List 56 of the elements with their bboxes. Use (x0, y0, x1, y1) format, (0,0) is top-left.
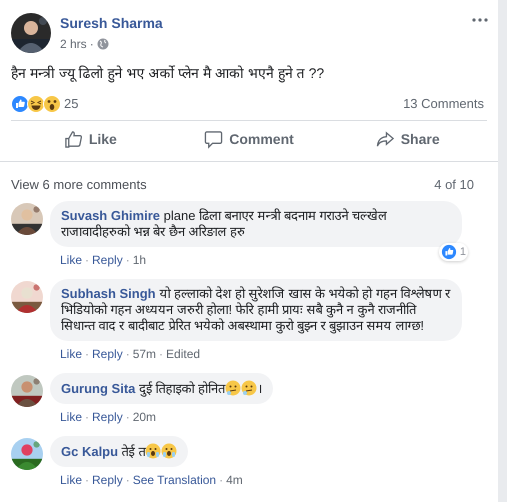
comment-author[interactable]: Gurung Sita (61, 380, 136, 396)
separator: · (85, 346, 90, 362)
comment-meta: 4m (226, 472, 243, 488)
comment-action-link[interactable]: Like (60, 344, 82, 362)
author-name[interactable]: Suresh Sharma (60, 14, 163, 32)
thumbs-up-icon (64, 130, 83, 148)
comment-action-link[interactable]: Reply (92, 344, 123, 362)
post-time[interactable]: 2 hrs (60, 35, 87, 53)
comment-text: Subhash Singh यो हल्लाको देश हो सुरेशजि खास के भयेको हो गहन विश्लेषण र भिडियोको गहन अध्ययन जरुरी होला! फेरि हामी प्रायः सबै कुनै न कुनै राजनीति सिधान्त वाद र बादीबाट प्रेरित भयेको अबस्थामा कुरो बुझ्न र बुझाउन समय लाग्छ! (61, 286, 451, 334)
share-arrow-icon (376, 130, 395, 148)
separator: · (90, 36, 94, 53)
comment-meta: 20m (132, 408, 156, 426)
surprised-face-icon (43, 95, 61, 113)
separator: · (85, 408, 90, 426)
comment-author[interactable]: Suvash Ghimire (61, 208, 160, 222)
comment-meta: 57m (132, 346, 156, 362)
like-reaction-icon (11, 95, 29, 113)
globe-icon (96, 38, 109, 50)
comment-author[interactable]: Gc Kalpu (61, 444, 118, 458)
comment-action-link[interactable]: Like (60, 470, 82, 488)
comment-author[interactable]: Subhash Singh (61, 286, 156, 300)
separator: · (126, 252, 130, 268)
like-button[interactable]: Like (11, 123, 170, 155)
separator: · (85, 252, 90, 268)
comment-action-link[interactable]: Like (60, 250, 82, 268)
separator: · (126, 346, 130, 362)
comment-action-link[interactable]: Reply (92, 470, 123, 488)
comment-action-link[interactable]: Reply (92, 250, 123, 268)
separator: · (159, 346, 164, 362)
separator: · (85, 472, 90, 488)
post-text: हैन मन्त्री ज्यू ढिलो हुने भए अर्को प्लेन मै आको भएनै हुने त ?? (10, 64, 326, 83)
surprised-face-icon (145, 442, 162, 458)
comment-text: Suvash Ghimire plane ढिला बनाएर मन्त्री बदनाम गराउने चल्खेल राजावादीहरुको भन्न बेर छैन अरिङाल हरु (61, 208, 388, 240)
share-button[interactable]: Share (328, 123, 488, 155)
comments-count[interactable]: 13 Comments (403, 94, 484, 114)
comment-action-link[interactable]: See Translation (132, 470, 216, 488)
separator: · (219, 472, 224, 488)
separator: · (126, 472, 130, 488)
separator: · (126, 408, 130, 426)
comment-pager: 4 of 10 (434, 176, 474, 194)
surprised-face-icon (161, 442, 178, 458)
more-options-icon[interactable] (472, 18, 488, 22)
thinking-face-icon (241, 380, 258, 396)
speech-bubble-icon (204, 130, 224, 148)
comment-action-link[interactable]: Like (60, 408, 82, 426)
comment-text: Gurung Sita दुई तिहाइको होनित । (61, 380, 262, 396)
comment-meta: 1h (132, 252, 146, 268)
comment-meta: Edited (166, 346, 200, 362)
thinking-face-icon (225, 380, 242, 396)
comment-button[interactable]: Comment (170, 123, 328, 155)
reaction-count[interactable]: 25 (64, 94, 78, 114)
like-reaction-icon (440, 244, 457, 260)
comment-action-link[interactable]: Reply (92, 408, 123, 426)
view-more-comments-link[interactable]: View 6 more comments (11, 175, 147, 194)
comment-text: Gc Kalpu तेई त (61, 442, 178, 460)
laughing-face-icon (27, 95, 45, 113)
